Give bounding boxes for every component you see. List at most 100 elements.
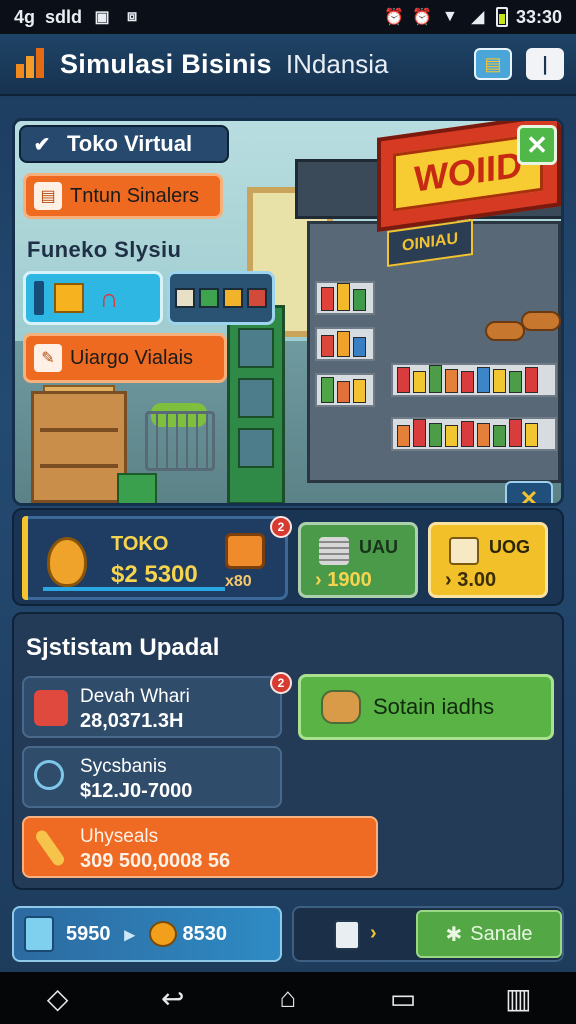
alarm-icon: ⏰ (383, 9, 404, 26)
uhyseals-item[interactable]: Uhyseals 309 500,0008 56 (22, 816, 378, 878)
page-icon-button[interactable]: ❘ (526, 48, 564, 80)
toko-small-value: x80 (225, 573, 252, 590)
app-subtitle: INdansia (285, 48, 389, 79)
network-indicator: 4g (14, 6, 36, 27)
currency-value-1: 5950 (66, 922, 111, 945)
product-shelf (391, 417, 557, 451)
coin-stack-icon (319, 537, 349, 565)
uog-value: › 3.00 (445, 569, 497, 591)
store-icon-button[interactable]: ▤ (474, 48, 512, 80)
product-boxes-tile[interactable] (167, 271, 275, 325)
tntun-sinalers-button[interactable]: ▤ Tntun Sinalers (23, 173, 223, 219)
uiargo-vialais-label: Uiargo Vialais (70, 346, 194, 369)
basket-icon (225, 533, 265, 569)
panel-title: Sjstistam Upadal (26, 634, 220, 661)
receipt-icon (449, 537, 479, 565)
uau-title: UAU (359, 537, 398, 557)
alarm-icon-2: ⏰ (411, 9, 432, 26)
bread-loaf (521, 311, 561, 331)
toko-progress-bar (43, 587, 225, 591)
stats-row: TOKO $2 5300 x80 2 UAU › 1900 UOG › 3.00 (12, 508, 564, 606)
system-panel: Sjstistam Upadal Devah Whari 28,0371.3H … (12, 612, 564, 890)
uog-stat-card[interactable]: UOG › 3.00 (428, 522, 548, 598)
product-shelf (391, 363, 557, 397)
trash-icon[interactable]: ▥ (488, 982, 548, 1015)
left-shelf (31, 391, 127, 503)
toko-value: $2 5300 (111, 561, 198, 588)
system-nav-bar: ◇ ↩ ⌂ ▭ ▥ (0, 972, 576, 1024)
robot-icon (34, 690, 68, 726)
toko-title: TOKO (111, 533, 169, 555)
app-title: Simulasi Bisinis (60, 48, 272, 79)
currency-value-2: 8530 (182, 922, 228, 945)
home-diamond-icon[interactable]: ◇ (28, 982, 88, 1015)
bar-chart-logo-icon (12, 46, 48, 82)
carrier-label: sdld (45, 6, 83, 27)
uau-value: › 1900 (315, 569, 372, 591)
arrow-icon: ▸ (124, 923, 135, 946)
item-notification-badge: 2 (270, 672, 292, 694)
home-icon[interactable]: ⌂ (258, 982, 318, 1014)
store-scene: WOIID OINIAU ✔ Toko Virtual ✕ ▤ Tntun Si… (12, 118, 564, 506)
scene-title: Toko Virtual (67, 131, 193, 156)
shopping-cart (145, 411, 215, 471)
burger-icon (321, 690, 361, 724)
recents-icon[interactable]: ▭ (373, 982, 433, 1015)
uhyseals-value: 309 500,0008 56 (80, 850, 231, 872)
uau-stat-card[interactable]: UAU › 1900 (298, 522, 418, 598)
devah-whari-label: Devah Whari (80, 686, 190, 707)
share-label: Sanale (470, 922, 533, 945)
tntun-sinalers-label: Tntun Sinalers (70, 184, 199, 207)
bread-loaf (485, 321, 525, 341)
back-icon[interactable]: ↩ (143, 982, 203, 1015)
pencil-icon: ✎ (34, 344, 62, 372)
currency-bar[interactable]: 5950 ▸ 8530 (12, 906, 282, 962)
card-icon (24, 916, 54, 952)
cube-icon (54, 283, 84, 313)
close-button[interactable]: ✕ (517, 125, 557, 165)
store-booth: WOIID OINIAU (295, 121, 561, 503)
share-bar: › ✱ Sanale (292, 906, 564, 962)
battery-icon (495, 7, 508, 27)
signal-icon: ◢ (471, 9, 485, 26)
item-tile-bar[interactable]: ∩ (23, 271, 163, 325)
status-bar: 4g sdld ▣ ⧈ ⏰ ⏰ ▼ ◢ 33:30 (0, 0, 576, 34)
product-shelf (315, 327, 375, 361)
sotain-iadhs-button[interactable]: Sotain iadhs (298, 674, 554, 740)
scene-close-icon-button[interactable]: ✕ (505, 481, 553, 503)
sycsbanis-value: $12.J0-7000 (80, 780, 193, 802)
magnet-icon: ∩ (99, 282, 119, 313)
uhyseals-label: Uhyseals (80, 826, 159, 847)
toko-stat-card[interactable]: TOKO $2 5300 x80 (22, 516, 288, 600)
sycsbanis-label: Sycsbanis (80, 756, 167, 777)
document-icon: ▤ (34, 182, 62, 210)
slot-icon (34, 281, 44, 315)
uog-title: UOG (489, 537, 531, 557)
pencil-icon (33, 828, 67, 868)
money-bag-icon (47, 537, 87, 587)
app-screen: 4g sdld ▣ ⧈ ⏰ ⏰ ▼ ◢ 33:30 Simulasi Bisin… (0, 0, 576, 1024)
bottom-bar: 5950 ▸ 8530 › ✱ Sanale (12, 906, 564, 962)
uiargo-vialais-button[interactable]: ✎ Uiargo Vialais (23, 333, 227, 383)
devah-whari-value: 28,0371.3H (80, 710, 184, 732)
message-icon: ⧈ (126, 8, 138, 25)
sycsbanis-item[interactable]: Sycsbanis $12.J0-7000 (22, 746, 282, 808)
chevron-right-icon: › (370, 922, 377, 944)
gear-icon: ✱ (445, 923, 463, 946)
sotain-iadhs-label: Sotain iadhs (373, 694, 495, 719)
devah-whari-item[interactable]: Devah Whari 28,0371.3H (22, 676, 282, 738)
magnifier-icon (34, 760, 64, 790)
product-shelf (315, 373, 375, 407)
notification-badge: 2 (270, 516, 292, 538)
phone-icon[interactable] (334, 920, 360, 950)
scene-title-tab[interactable]: ✔ Toko Virtual (19, 125, 229, 163)
checkmark-icon: ✔ (33, 133, 51, 156)
app-header: Simulasi Bisinis INdansia ▤ ❘ (0, 34, 576, 96)
coins-icon (148, 921, 177, 947)
notification-icon: ▣ (94, 9, 110, 26)
share-button[interactable]: ✱ Sanale (416, 910, 562, 958)
product-shelf (315, 281, 375, 315)
green-bin (117, 473, 157, 503)
clock: 33:30 (515, 6, 562, 27)
wifi-icon: ▼ (442, 8, 458, 25)
